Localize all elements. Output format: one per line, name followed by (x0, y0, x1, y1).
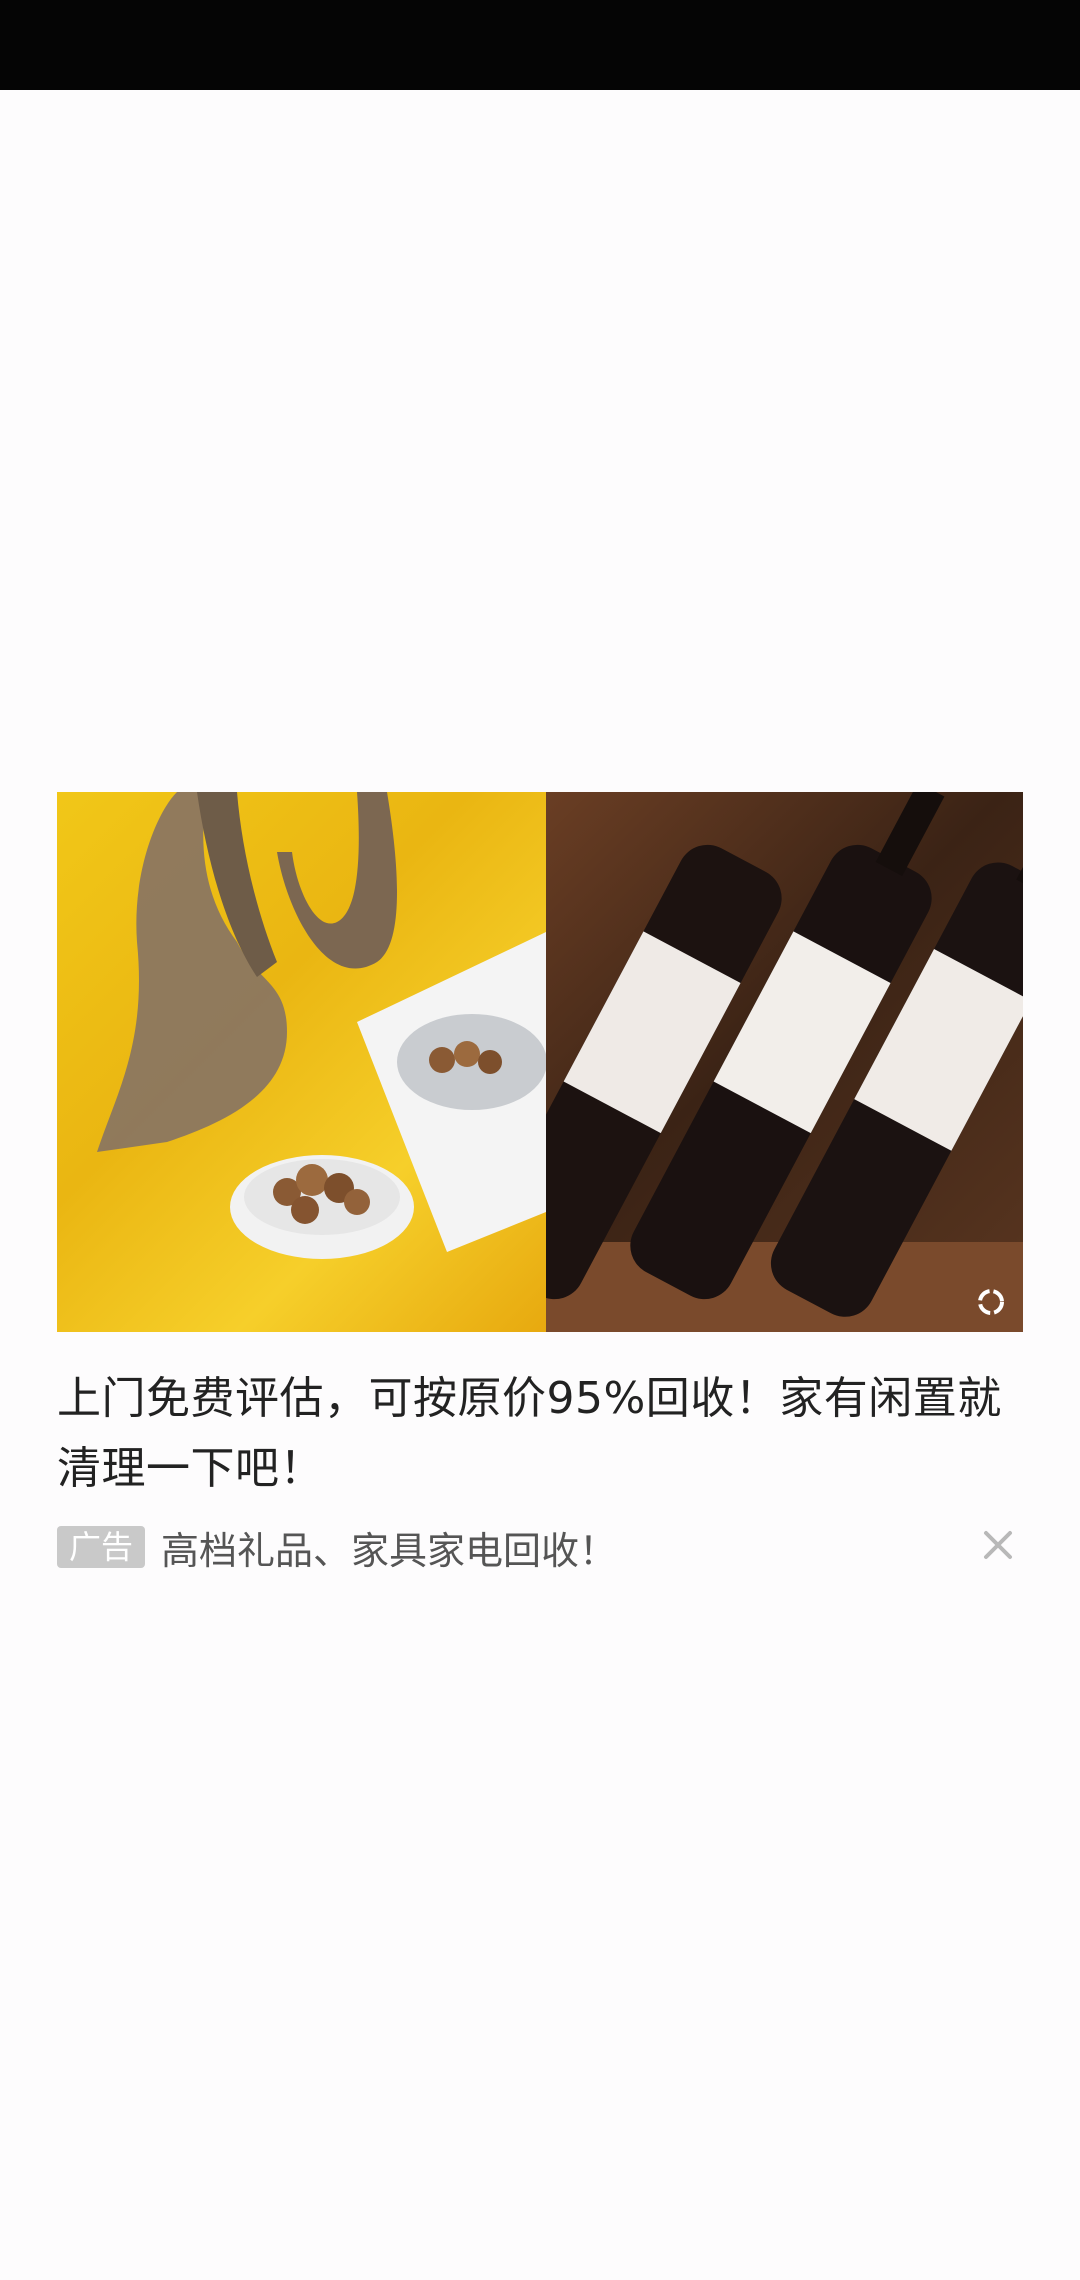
status-bar (0, 0, 1080, 90)
ad-meta-row: 广告 高档礼品、家具家电回收！ (57, 1520, 1023, 1575)
close-icon (978, 1525, 1018, 1569)
ad-title[interactable]: 上门免费评估，可按原价95%回收！家有闲置就清理一下吧！ (57, 1364, 1023, 1504)
ad-badge: 广告 (57, 1526, 146, 1568)
ad-image-collage[interactable] (57, 792, 1023, 1332)
wine-bottles-image[interactable] (546, 792, 1023, 1332)
ad-card[interactable]: 上门免费评估，可按原价95%回收！家有闲置就清理一下吧！ 广告 高档礼品、家具家… (57, 792, 1023, 1575)
close-button[interactable] (973, 1522, 1023, 1572)
ad-subtitle[interactable]: 高档礼品、家具家电回收！ (161, 1520, 617, 1575)
antler-mushroom-image[interactable] (57, 792, 546, 1332)
page: 上门免费评估，可按原价95%回收！家有闲置就清理一下吧！ 广告 高档礼品、家具家… (0, 90, 1080, 2280)
refresh-icon[interactable] (973, 1284, 1009, 1320)
